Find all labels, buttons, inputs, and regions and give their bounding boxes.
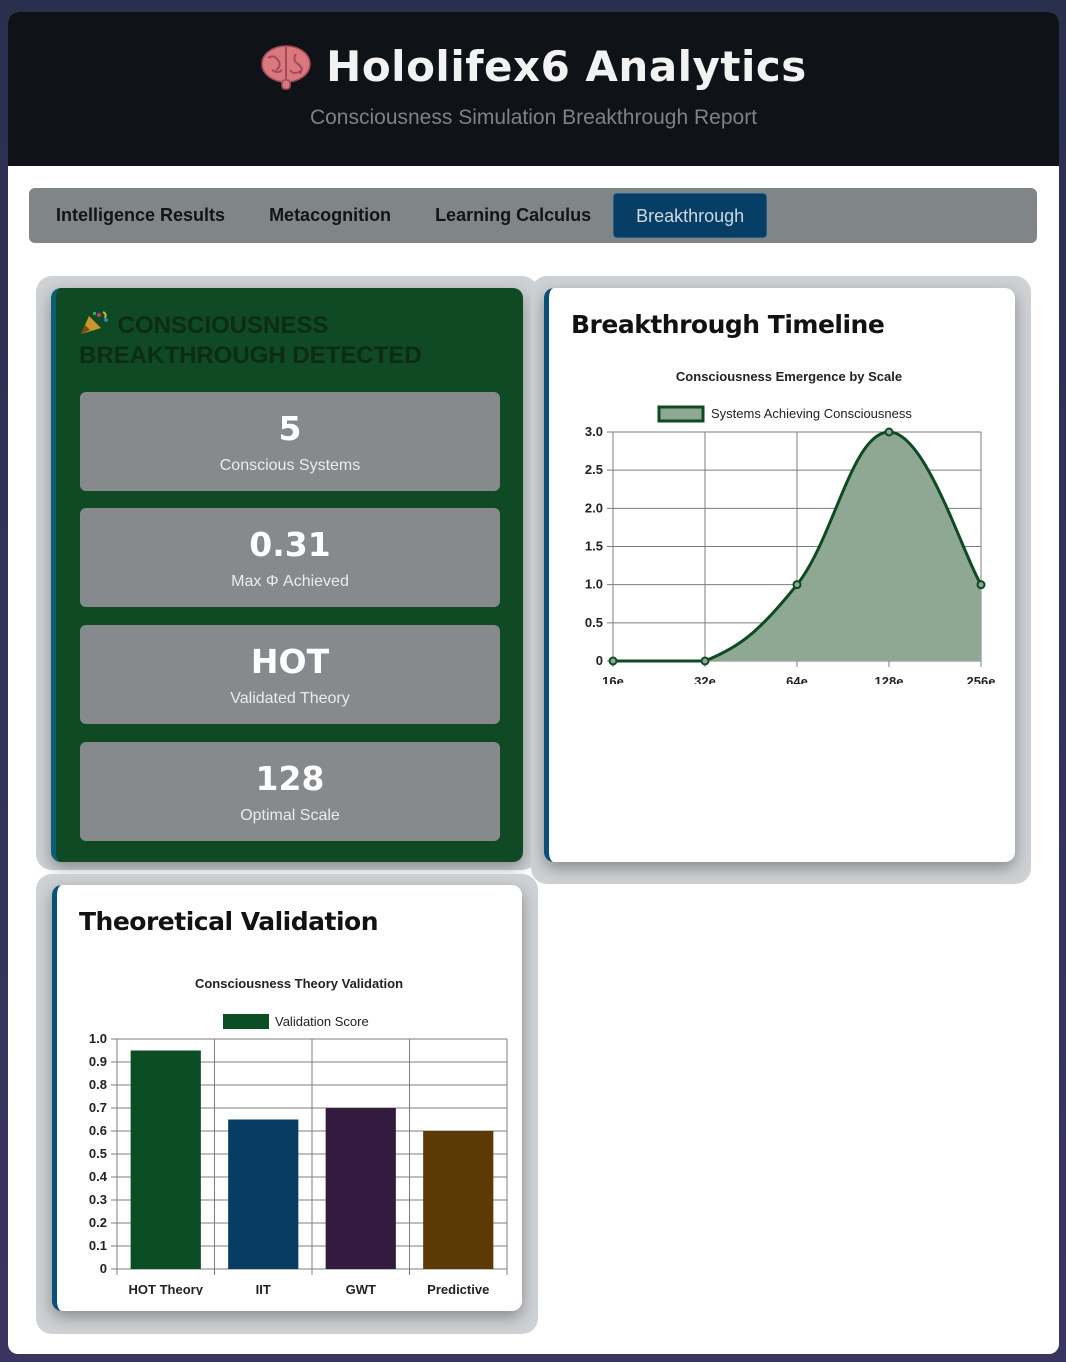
x-tick-label: GWT [346, 1282, 376, 1295]
legend-label: Validation Score [275, 1014, 369, 1029]
y-tick-label: 0.4 [89, 1169, 108, 1184]
metric-card: 0.31 Max Φ Achieved [80, 508, 500, 607]
metric-value: 128 [255, 759, 325, 798]
metric-label: Optimal Scale [240, 807, 340, 824]
metric-label: Conscious Systems [219, 457, 361, 474]
y-tick-label: 0.6 [89, 1123, 107, 1138]
y-tick-label: 0.2 [89, 1215, 107, 1230]
page-header: Hololifex6 Analytics Consciousness Simul… [8, 12, 1059, 166]
y-tick-label: 1.5 [585, 539, 603, 554]
metric-label: Max Φ Achieved [231, 573, 349, 590]
y-tick-label: 0.5 [585, 615, 603, 630]
x-tick-label: 16e [602, 674, 624, 684]
breakthrough-heading: Consciousness Breakthrough Detected [79, 310, 509, 371]
metric-label: Validated Theory [230, 690, 350, 707]
y-tick-label: 0.7 [89, 1100, 107, 1115]
y-tick-label: 0.3 [89, 1192, 107, 1207]
metric-card: 5 Conscious Systems [80, 392, 500, 491]
metric-value: HOT [250, 642, 330, 681]
x-tick-label: 256e [967, 674, 996, 684]
bar [423, 1131, 494, 1269]
metric-card: HOT Validated Theory [80, 625, 500, 724]
y-tick-label: 0.5 [89, 1146, 107, 1161]
chart-title: Consciousness Emergence by Scale [676, 369, 902, 384]
bar [228, 1119, 299, 1269]
y-tick-label: 0 [100, 1261, 107, 1276]
x-tick-label: Predictive [427, 1282, 489, 1295]
validation-title: Theoretical Validation [79, 907, 379, 936]
tab-breakthrough[interactable]: Breakthrough [613, 193, 768, 238]
tab-metacognition[interactable]: Metacognition [247, 193, 413, 238]
app-subtitle: Consciousness Simulation Breakthrough Re… [309, 106, 758, 129]
validation-chart: Consciousness Theory Validation Validatio… [89, 976, 508, 1295]
y-tick-label: 2.0 [585, 500, 603, 515]
y-tick-label: 0.1 [89, 1238, 107, 1253]
x-tick-label: 128e [875, 674, 904, 684]
breakthrough-heading-text: Consciousness Breakthrough Detected [79, 312, 422, 369]
x-tick-label: HOT Theory [129, 1282, 204, 1295]
validation-card: Theoretical Validation Consciousness The… [52, 885, 522, 1311]
tab-learning-calculus[interactable]: Learning Calculus [413, 193, 613, 238]
y-tick-label: 1.0 [89, 1031, 107, 1046]
data-point [608, 656, 618, 666]
legend-label: Systems Achieving Consciousness [711, 406, 912, 421]
metric-value: 5 [278, 409, 302, 448]
timeline-card: Breakthrough Timeline Consciousness Emer… [544, 288, 1015, 862]
timeline-chart: Consciousness Emergence by Scale Systems … [585, 369, 996, 684]
y-tick-label: 3.0 [585, 424, 603, 439]
legend-swatch [657, 405, 705, 423]
y-tick-label: 0 [596, 653, 603, 668]
tab-intelligence-results[interactable]: Intelligence Results [34, 193, 247, 238]
y-tick-label: 0.8 [89, 1077, 107, 1092]
y-tick-label: 2.5 [585, 462, 603, 477]
data-point [976, 580, 986, 590]
bar [325, 1108, 396, 1269]
breakthrough-card: Consciousness Breakthrough Detected 5 Co… [51, 288, 523, 862]
bar [130, 1050, 201, 1269]
title-row: Hololifex6 Analytics [8, 40, 1059, 92]
x-tick-label: IIT [256, 1282, 271, 1295]
app-title: Hololifex6 Analytics [326, 41, 807, 91]
metric-value: 0.31 [249, 525, 331, 564]
data-point [792, 580, 802, 590]
data-point [884, 427, 894, 437]
metric-card: 128 Optimal Scale [80, 742, 500, 841]
app-window: Hololifex6 Analytics Consciousness Simul… [8, 12, 1059, 1354]
x-tick-label: 32e [694, 674, 716, 684]
timeline-title: Breakthrough Timeline [571, 310, 885, 339]
party-popper-icon [81, 311, 108, 334]
y-tick-label: 0.9 [89, 1054, 107, 1069]
legend-swatch [223, 1014, 269, 1029]
y-tick-label: 1.0 [585, 577, 603, 592]
brain-icon [261, 45, 311, 90]
data-point [700, 656, 710, 666]
x-tick-label: 64e [786, 674, 808, 684]
chart-title: Consciousness Theory Validation [195, 976, 403, 991]
tab-bar: Intelligence Results Metacognition Learn… [29, 188, 1037, 243]
